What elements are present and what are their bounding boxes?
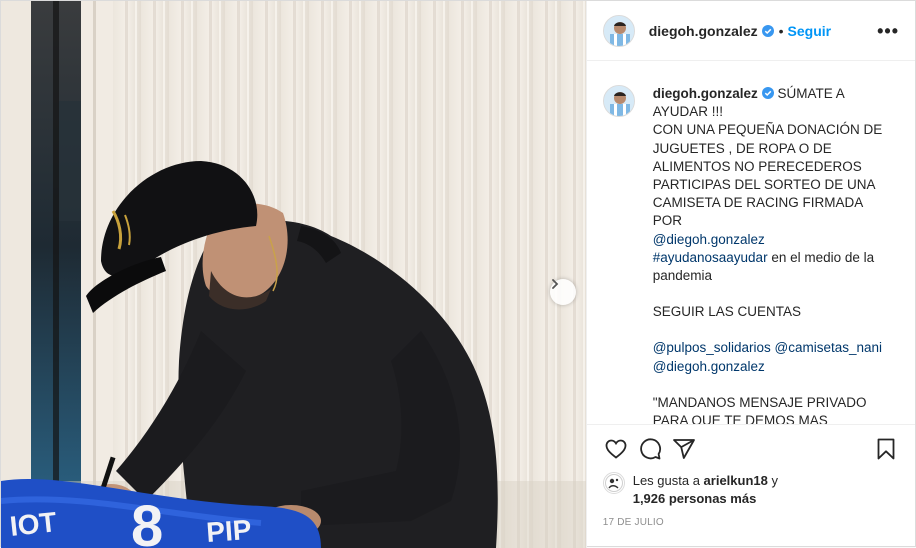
comment-icon — [639, 437, 661, 459]
follow-button[interactable]: Seguir — [788, 23, 832, 39]
share-button[interactable] — [667, 432, 701, 466]
mention-link[interactable]: @camisetas_nani — [775, 340, 883, 355]
jersey-name: PIP — [205, 514, 252, 548]
jersey-number: 8 — [131, 494, 163, 548]
post-header: diegoh.gonzalez • Seguir ••• — [586, 1, 915, 61]
next-photo-button[interactable] — [550, 279, 576, 305]
mention-link[interactable]: @diegoh.gonzalez — [653, 232, 765, 247]
verified-badge-icon — [761, 87, 774, 99]
bookmark-icon — [877, 438, 895, 459]
photo-illustration: 8 PIP IOT — [1, 1, 586, 548]
liker-avatar-image — [604, 474, 623, 492]
likes-prefix: Les gusta a — [632, 473, 704, 488]
username[interactable]: diegoh.gonzalez — [649, 23, 758, 39]
like-button[interactable] — [599, 432, 633, 466]
caption-line: "MANDANOS MENSAJE PRIVADO PARA QUE TE DE… — [652, 394, 867, 424]
liker-avatar[interactable] — [602, 472, 625, 494]
avatar[interactable] — [602, 14, 635, 47]
avatar-image — [603, 86, 634, 116]
caption-section: diegoh.gonzalez SÚMATE A AYUDAR !!! CON … — [587, 61, 915, 424]
chevron-right-icon — [552, 279, 559, 289]
mention-link[interactable]: @pulpos_solidarios — [653, 340, 771, 355]
liker-username[interactable]: arielkun18 — [704, 473, 768, 488]
post-sidebar: diegoh.gonzalez • Seguir ••• diegoh.gonz… — [585, 1, 915, 548]
heart-icon — [605, 439, 627, 459]
caption-line: CON UNA PEQUEÑA DONACIÓN DE JUGUETES , D… — [652, 122, 883, 229]
jersey-text-left: IOT — [8, 506, 58, 542]
post-photo[interactable]: 8 PIP IOT — [1, 1, 586, 548]
likes-mid: y — [767, 473, 778, 488]
likes-count[interactable]: 1,926 personas más — [633, 491, 757, 506]
avatar[interactable] — [602, 85, 635, 117]
more-options-icon[interactable]: ••• — [877, 22, 899, 40]
save-button[interactable] — [869, 432, 903, 466]
caption-text: diegoh.gonzalez SÚMATE A AYUDAR !!! CON … — [653, 85, 895, 424]
share-icon — [672, 438, 695, 459]
action-bar — [586, 424, 915, 472]
verified-badge-icon — [761, 24, 774, 37]
caption-username[interactable]: diegoh.gonzalez — [653, 86, 758, 101]
likes-summary: Les gusta a arielkun18 y 1,926 personas … — [587, 472, 915, 508]
comment-button[interactable] — [633, 432, 667, 466]
separator-dot: • — [778, 22, 784, 39]
instagram-post: 8 PIP IOT diegoh.gonzalez • Seguir ••• d… — [0, 0, 916, 548]
avatar-image — [603, 15, 634, 46]
hashtag-link[interactable]: #ayudanosaayudar — [653, 250, 768, 265]
caption-line: SEGUIR LAS CUENTAS — [652, 304, 802, 320]
mention-link[interactable]: @diegoh.gonzalez — [653, 359, 765, 374]
post-date[interactable]: 17 DE JULIO — [587, 508, 915, 528]
